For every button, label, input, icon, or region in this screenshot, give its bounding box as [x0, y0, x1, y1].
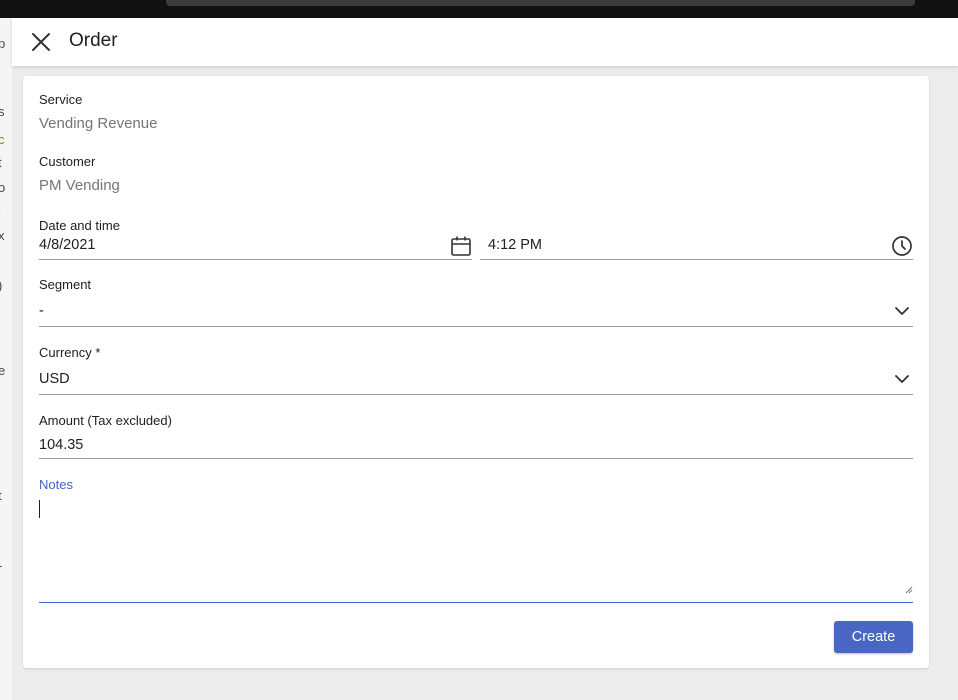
top-search-bar[interactable] [166, 0, 915, 6]
notes-label: Notes [39, 477, 73, 492]
service-label: Service [39, 92, 83, 107]
clock-icon[interactable] [891, 235, 913, 262]
service-value: Vending Revenue [39, 115, 158, 132]
text-caret [39, 500, 40, 518]
top-bar [0, 0, 958, 18]
create-button[interactable]: Create [834, 621, 913, 653]
segment-select[interactable]: - [39, 298, 913, 327]
chevron-down-icon [893, 370, 911, 393]
segment-label: Segment [39, 277, 92, 292]
datetime-label: Date and time [39, 218, 120, 233]
currency-select[interactable]: USD [39, 366, 913, 395]
time-field[interactable]: 4:12 PM [480, 232, 913, 260]
segment-value: - [39, 303, 44, 319]
date-value: 4/8/2021 [39, 237, 96, 253]
date-field[interactable]: 4/8/2021 [39, 232, 472, 260]
close-icon[interactable] [29, 30, 53, 54]
order-form: Service Vending Revenue Customer PM Vend… [23, 76, 929, 668]
calendar-icon[interactable] [450, 235, 472, 262]
time-value: 4:12 PM [488, 237, 542, 253]
resize-handle-icon[interactable] [903, 581, 913, 599]
customer-label: Customer [39, 154, 96, 169]
drawer-title: Order [69, 30, 118, 51]
amount-label: Amount (Tax excluded) [39, 413, 172, 428]
chevron-down-icon [893, 302, 911, 325]
amount-value: 104.35 [39, 437, 84, 453]
order-drawer: Order Service Vending Revenue Customer P… [12, 18, 958, 700]
drawer-header: Order [12, 18, 958, 66]
currency-value: USD [39, 371, 70, 387]
customer-value: PM Vending [39, 177, 120, 194]
currency-label: Currency * [39, 345, 101, 360]
amount-input[interactable]: 104.35 [39, 432, 913, 459]
notes-textarea[interactable] [39, 496, 913, 603]
